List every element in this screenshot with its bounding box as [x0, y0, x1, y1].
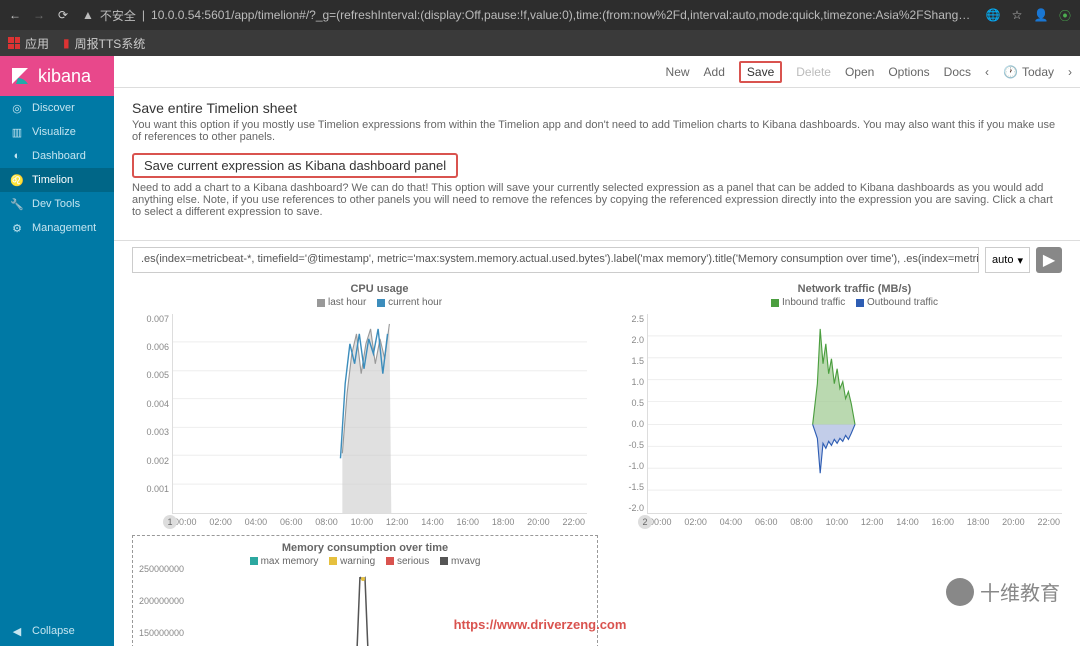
chart-network[interactable]: Network traffic (MB/s) Inbound traffic O…	[607, 283, 1062, 527]
sidebar: kibana ◎Discover ▥Visualize ◐Dashboard ♌…	[0, 56, 114, 646]
sidebar-item-management[interactable]: ⚙Management	[0, 216, 114, 240]
chart-badge: 1	[163, 515, 177, 529]
save-expression-option[interactable]: Save current expression as Kibana dashbo…	[132, 153, 458, 178]
sidebar-item-devtools[interactable]: 🔧Dev Tools	[0, 192, 114, 216]
compass-icon: ◎	[10, 101, 24, 115]
gauge-icon: ◐	[10, 149, 24, 163]
profile-icon[interactable]: 👤	[1034, 8, 1048, 22]
chart-memory-plot	[143, 572, 587, 646]
top-menu: New Add Save Delete Open Options Docs ‹ …	[114, 56, 1080, 88]
watermark: 十维教育	[946, 577, 1060, 606]
kibana-logo-icon	[10, 66, 30, 86]
menu-delete[interactable]: Delete	[796, 65, 831, 79]
wechat-icon	[946, 578, 974, 606]
save-sheet-title[interactable]: Save entire Timelion sheet	[132, 100, 1062, 116]
chevron-left-icon: ◀	[10, 624, 24, 638]
expression-input[interactable]: .es(index=metricbeat-*, timefield='@time…	[132, 247, 979, 273]
sidebar-collapse[interactable]: ◀Collapse	[0, 616, 114, 646]
chart-memory-legend: max memory warning serious mvavg	[143, 556, 587, 569]
chart-cpu[interactable]: CPU usage last hour current hour 0.0070.…	[132, 283, 587, 527]
play-icon: ▶	[1043, 250, 1055, 270]
menu-open[interactable]: Open	[845, 65, 874, 79]
browser-bar: ← → ⟳ ▲ 不安全 | 10.0.0.54:5601/app/timelio…	[0, 0, 1080, 30]
insecure-label: 不安全	[100, 7, 136, 24]
url-text: 10.0.0.54:5601/app/timelion#/?_g=(refres…	[151, 8, 974, 22]
chart-network-legend: Inbound traffic Outbound traffic	[647, 297, 1062, 310]
reload-icon[interactable]: ⟳	[56, 8, 70, 22]
sidebar-item-timelion[interactable]: ♌Timelion	[0, 168, 114, 192]
chart-network-plot: 2.52.01.51.00.50.0-0.5-1.0-1.5-2.0 2	[647, 314, 1062, 514]
save-sheet-desc: You want this option if you mostly use T…	[132, 119, 1062, 143]
expression-row: .es(index=metricbeat-*, timefield='@time…	[114, 241, 1080, 283]
bar-chart-icon: ▥	[10, 125, 24, 139]
chevron-left-icon[interactable]: ‹	[985, 65, 989, 79]
menu-icon[interactable]: ⦿	[1058, 8, 1072, 22]
interval-select[interactable]: auto▾	[985, 247, 1030, 273]
gear-icon: ⚙	[10, 221, 24, 235]
bookmark-bar: 应用 ▮ 周报TTS系统	[0, 30, 1080, 56]
menu-docs[interactable]: Docs	[944, 65, 971, 79]
sidebar-item-dashboard[interactable]: ◐Dashboard	[0, 144, 114, 168]
sidebar-item-visualize[interactable]: ▥Visualize	[0, 120, 114, 144]
chevron-right-icon[interactable]: ›	[1068, 65, 1072, 79]
star-icon[interactable]: ☆	[1010, 8, 1024, 22]
play-button[interactable]: ▶	[1036, 247, 1062, 273]
chevron-down-icon: ▾	[1017, 254, 1023, 267]
insecure-icon: ▲	[82, 8, 94, 22]
menu-add[interactable]: Add	[704, 65, 725, 79]
translate-icon[interactable]: 🌐	[986, 8, 1000, 22]
menu-options[interactable]: Options	[888, 65, 929, 79]
menu-save[interactable]: Save	[739, 61, 782, 83]
back-icon[interactable]: ←	[8, 8, 22, 22]
chart-cpu-plot: 0.0070.0060.0050.0040.0030.0020.001 1	[172, 314, 587, 514]
bookmark-favicon: ▮	[63, 36, 70, 50]
bookmark-item[interactable]: ▮ 周报TTS系统	[63, 35, 145, 52]
forward-icon[interactable]: →	[32, 8, 46, 22]
apps-icon	[8, 37, 20, 49]
kibana-logo[interactable]: kibana	[0, 56, 114, 96]
save-panel: Save entire Timelion sheet You want this…	[114, 88, 1080, 241]
chart-cpu-legend: last hour current hour	[172, 297, 587, 310]
wrench-icon: 🔧	[10, 197, 24, 211]
clock-icon: 🕐	[1003, 65, 1018, 79]
time-picker[interactable]: 🕐Today	[1003, 65, 1054, 79]
save-expression-desc: Need to add a chart to a Kibana dashboar…	[132, 182, 1062, 218]
lion-icon: ♌	[10, 173, 24, 187]
sidebar-item-discover[interactable]: ◎Discover	[0, 96, 114, 120]
url-watermark: https://www.driverzeng.com	[454, 617, 627, 632]
address-bar[interactable]: ▲ 不安全 | 10.0.0.54:5601/app/timelion#/?_g…	[82, 7, 974, 24]
menu-new[interactable]: New	[666, 65, 690, 79]
apps-bookmark[interactable]: 应用	[8, 35, 49, 52]
